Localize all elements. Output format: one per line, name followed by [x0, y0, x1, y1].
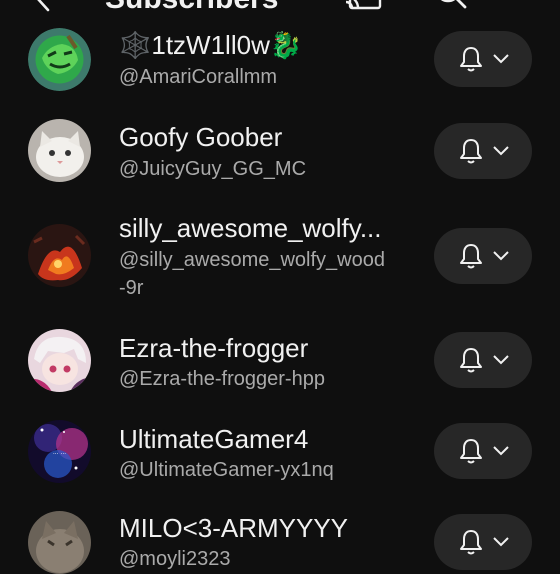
bell-icon: [460, 530, 482, 555]
notification-settings-button[interactable]: [434, 423, 532, 479]
bell-icon: [460, 47, 482, 72]
subscriber-handle: @moyli2323: [119, 548, 231, 570]
chevron-down-icon: [493, 54, 509, 64]
subscriber-name: Ezra-the-frogger: [119, 333, 309, 363]
subscriber-name: MILO<3-ARMYYYY: [119, 513, 349, 543]
tabby-cat-avatar[interactable]: [28, 511, 91, 574]
anime-character-avatar[interactable]: [28, 329, 91, 392]
subscriber-name: silly_awesome_wolfy...: [119, 213, 382, 243]
subscriber-handle-continued: -9r: [119, 277, 144, 299]
subscriber-name: UltimateGamer4: [119, 424, 309, 454]
chevron-down-icon: [493, 251, 509, 261]
back-arrow-icon[interactable]: [30, 0, 56, 12]
notification-settings-button[interactable]: [434, 123, 532, 179]
svg-text:··· ···: ··· ···: [53, 451, 66, 458]
chevron-down-icon: [493, 537, 509, 547]
white-cat-avatar[interactable]: [28, 119, 91, 182]
green-character-avatar[interactable]: [28, 28, 91, 91]
search-icon[interactable]: [432, 0, 468, 12]
notification-settings-button[interactable]: [434, 228, 532, 284]
notification-settings-button[interactable]: [434, 514, 532, 570]
subscriber-name: 🕸️1tzW1ll0w🐉: [119, 30, 303, 60]
notification-settings-button[interactable]: [434, 332, 532, 388]
subscriber-handle: @Ezra-the-frogger-hpp: [119, 368, 325, 390]
bell-icon: [460, 439, 482, 464]
more-vert-icon[interactable]: [512, 0, 532, 12]
notification-settings-button[interactable]: [434, 31, 532, 87]
bell-icon: [460, 348, 482, 373]
chevron-down-icon: [493, 446, 509, 456]
page-title: Subscribers: [105, 0, 278, 16]
subscriber-handle: @AmariCorallmm: [119, 66, 278, 88]
bell-icon: [460, 139, 482, 164]
subscriber-handle: @UltimateGamer-yx1nq: [119, 459, 334, 481]
cast-icon[interactable]: [344, 0, 384, 12]
subscriber-handle: @JuicyGuy_GG_MC: [119, 158, 307, 180]
bell-icon: [460, 244, 482, 269]
galaxy-avatar[interactable]: ··· ···: [28, 420, 91, 483]
chevron-down-icon: [493, 355, 509, 365]
app-header: Subscribers: [0, 0, 560, 18]
chevron-down-icon: [493, 146, 509, 156]
subscriber-handle: @silly_awesome_wolfy_wood: [119, 249, 385, 271]
fire-wolf-avatar[interactable]: [28, 224, 91, 287]
subscriber-name: Goofy Goober: [119, 122, 283, 152]
